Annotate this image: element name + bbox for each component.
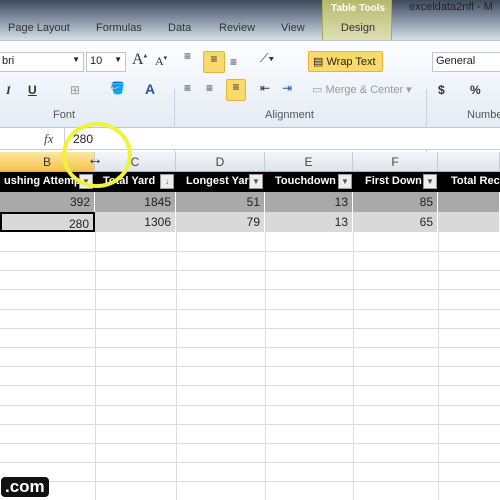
underline-icon[interactable]: U [28, 83, 37, 97]
cell-b-row1[interactable]: 392 [0, 192, 95, 212]
gridline-horizontal [0, 443, 500, 444]
wrap-text-icon: ▤ [313, 56, 324, 68]
tab-review[interactable]: Review [219, 22, 255, 34]
font-name-combo[interactable]: bri ▼ [0, 52, 84, 72]
grow-font-icon[interactable]: A▴ [132, 51, 147, 69]
filter-dropdown-icon[interactable]: ▼ [338, 174, 352, 189]
align-middle-icon[interactable]: ≡ [203, 51, 225, 73]
wrap-text-label: Wrap Text [326, 56, 376, 68]
gridline-horizontal [0, 385, 500, 386]
cell-e-row1[interactable]: 13 [265, 192, 353, 212]
gridline-horizontal [0, 405, 500, 406]
watermark-logo: .com [0, 476, 50, 498]
percent-icon[interactable]: % [470, 83, 481, 97]
tab-data[interactable]: Data [168, 22, 191, 34]
gridline-horizontal [0, 462, 500, 463]
font-size-combo[interactable]: 10 ▼ [86, 52, 126, 72]
align-right-icon[interactable]: ≡ [226, 79, 246, 101]
cell-g-row1[interactable] [438, 192, 500, 212]
group-alignment-label: Alignment [265, 109, 314, 121]
fill-color-icon[interactable]: 🪣 [110, 81, 125, 95]
tab-view[interactable]: View [281, 22, 305, 34]
gridline-horizontal [0, 309, 500, 310]
cell-f-row2[interactable]: 65 [353, 212, 438, 232]
window-title: exceldata2nfl - M [409, 1, 493, 13]
tab-page-layout[interactable]: Page Layout [8, 22, 70, 34]
orientation-icon[interactable]: ⟋▾ [260, 51, 274, 66]
merge-center-label: Merge & Center [325, 84, 404, 96]
align-center-icon[interactable]: ≡ [206, 81, 213, 95]
borders-icon[interactable]: ⊞ [70, 83, 80, 97]
gridline-horizontal [0, 366, 500, 367]
cell-e-row2[interactable]: 13 [265, 212, 353, 232]
gridline-horizontal [0, 328, 500, 329]
insert-function-icon[interactable]: fx [44, 131, 53, 147]
sort-filter-icon[interactable]: ↓ [160, 174, 174, 189]
chevron-down-icon[interactable]: ▼ [72, 55, 80, 64]
cell-g-row2[interactable] [438, 212, 500, 232]
decrease-indent-icon[interactable]: ⇤ [260, 81, 270, 95]
cell-d-row2[interactable]: 79 [176, 212, 265, 232]
gridline-horizontal [0, 270, 500, 271]
shrink-font-icon[interactable]: A▾ [155, 54, 167, 69]
gridline-horizontal [0, 481, 500, 482]
align-top-icon[interactable]: ≡ [184, 49, 191, 63]
tab-design[interactable]: Design [323, 22, 393, 34]
gridline-horizontal [0, 347, 500, 348]
table-header-total-receptions: Total Rec [438, 172, 500, 192]
merge-center-button[interactable]: ▭ Merge & Center ▾ [312, 83, 412, 96]
table-tools-label: Table Tools [330, 3, 386, 14]
font-color-icon[interactable]: A [145, 81, 155, 97]
cell-b-row2-selected[interactable]: 280 [0, 212, 95, 232]
cell-c-row1[interactable]: 1845 [95, 192, 176, 212]
cell-d-row1[interactable]: 51 [176, 192, 265, 212]
group-font-label: Font [53, 109, 76, 121]
column-header-e[interactable]: E [265, 152, 353, 172]
tab-formulas[interactable]: Formulas [96, 22, 142, 34]
column-header-f[interactable]: F [353, 152, 438, 172]
group-number-label: Numbe [467, 109, 500, 121]
currency-icon[interactable]: $ [438, 83, 445, 97]
number-format-combo[interactable]: General [432, 52, 500, 72]
highlight-circle [62, 122, 132, 188]
gridline-horizontal [0, 289, 500, 290]
gridline-horizontal [0, 424, 500, 425]
increase-indent-icon[interactable]: ⇥ [282, 81, 292, 95]
cell-c-row2[interactable]: 1306 [95, 212, 176, 232]
gridline-horizontal [0, 251, 500, 252]
align-bottom-icon[interactable]: ≡ [230, 55, 237, 69]
table-tools-context: Table Tools Design [322, 0, 392, 42]
cell-f-row1[interactable]: 85 [353, 192, 438, 212]
italic-icon[interactable]: I [6, 83, 11, 98]
wrap-text-button[interactable]: ▤ Wrap Text [308, 51, 383, 72]
align-left-icon[interactable]: ≡ [184, 81, 191, 95]
chevron-down-icon[interactable]: ▼ [114, 55, 122, 64]
font-size-value: 10 [90, 55, 103, 67]
number-format-value: General [436, 55, 476, 67]
column-header-d[interactable]: D [176, 152, 265, 172]
filter-dropdown-icon[interactable]: ▼ [249, 174, 263, 189]
column-header-g[interactable] [438, 152, 500, 172]
title-bar: Page Layout Formulas Data Review View Ta… [0, 0, 500, 42]
font-name-value: bri [2, 55, 15, 67]
merge-icon: ▭ [312, 84, 323, 96]
ribbon: bri ▼ 10 ▼ A▴ A▾ I U ⊞ 🪣 A ≡ ≡ ≡ ⟋▾ ≡ ≡ ≡ … [0, 40, 500, 161]
filter-dropdown-icon[interactable]: ▼ [423, 174, 437, 189]
